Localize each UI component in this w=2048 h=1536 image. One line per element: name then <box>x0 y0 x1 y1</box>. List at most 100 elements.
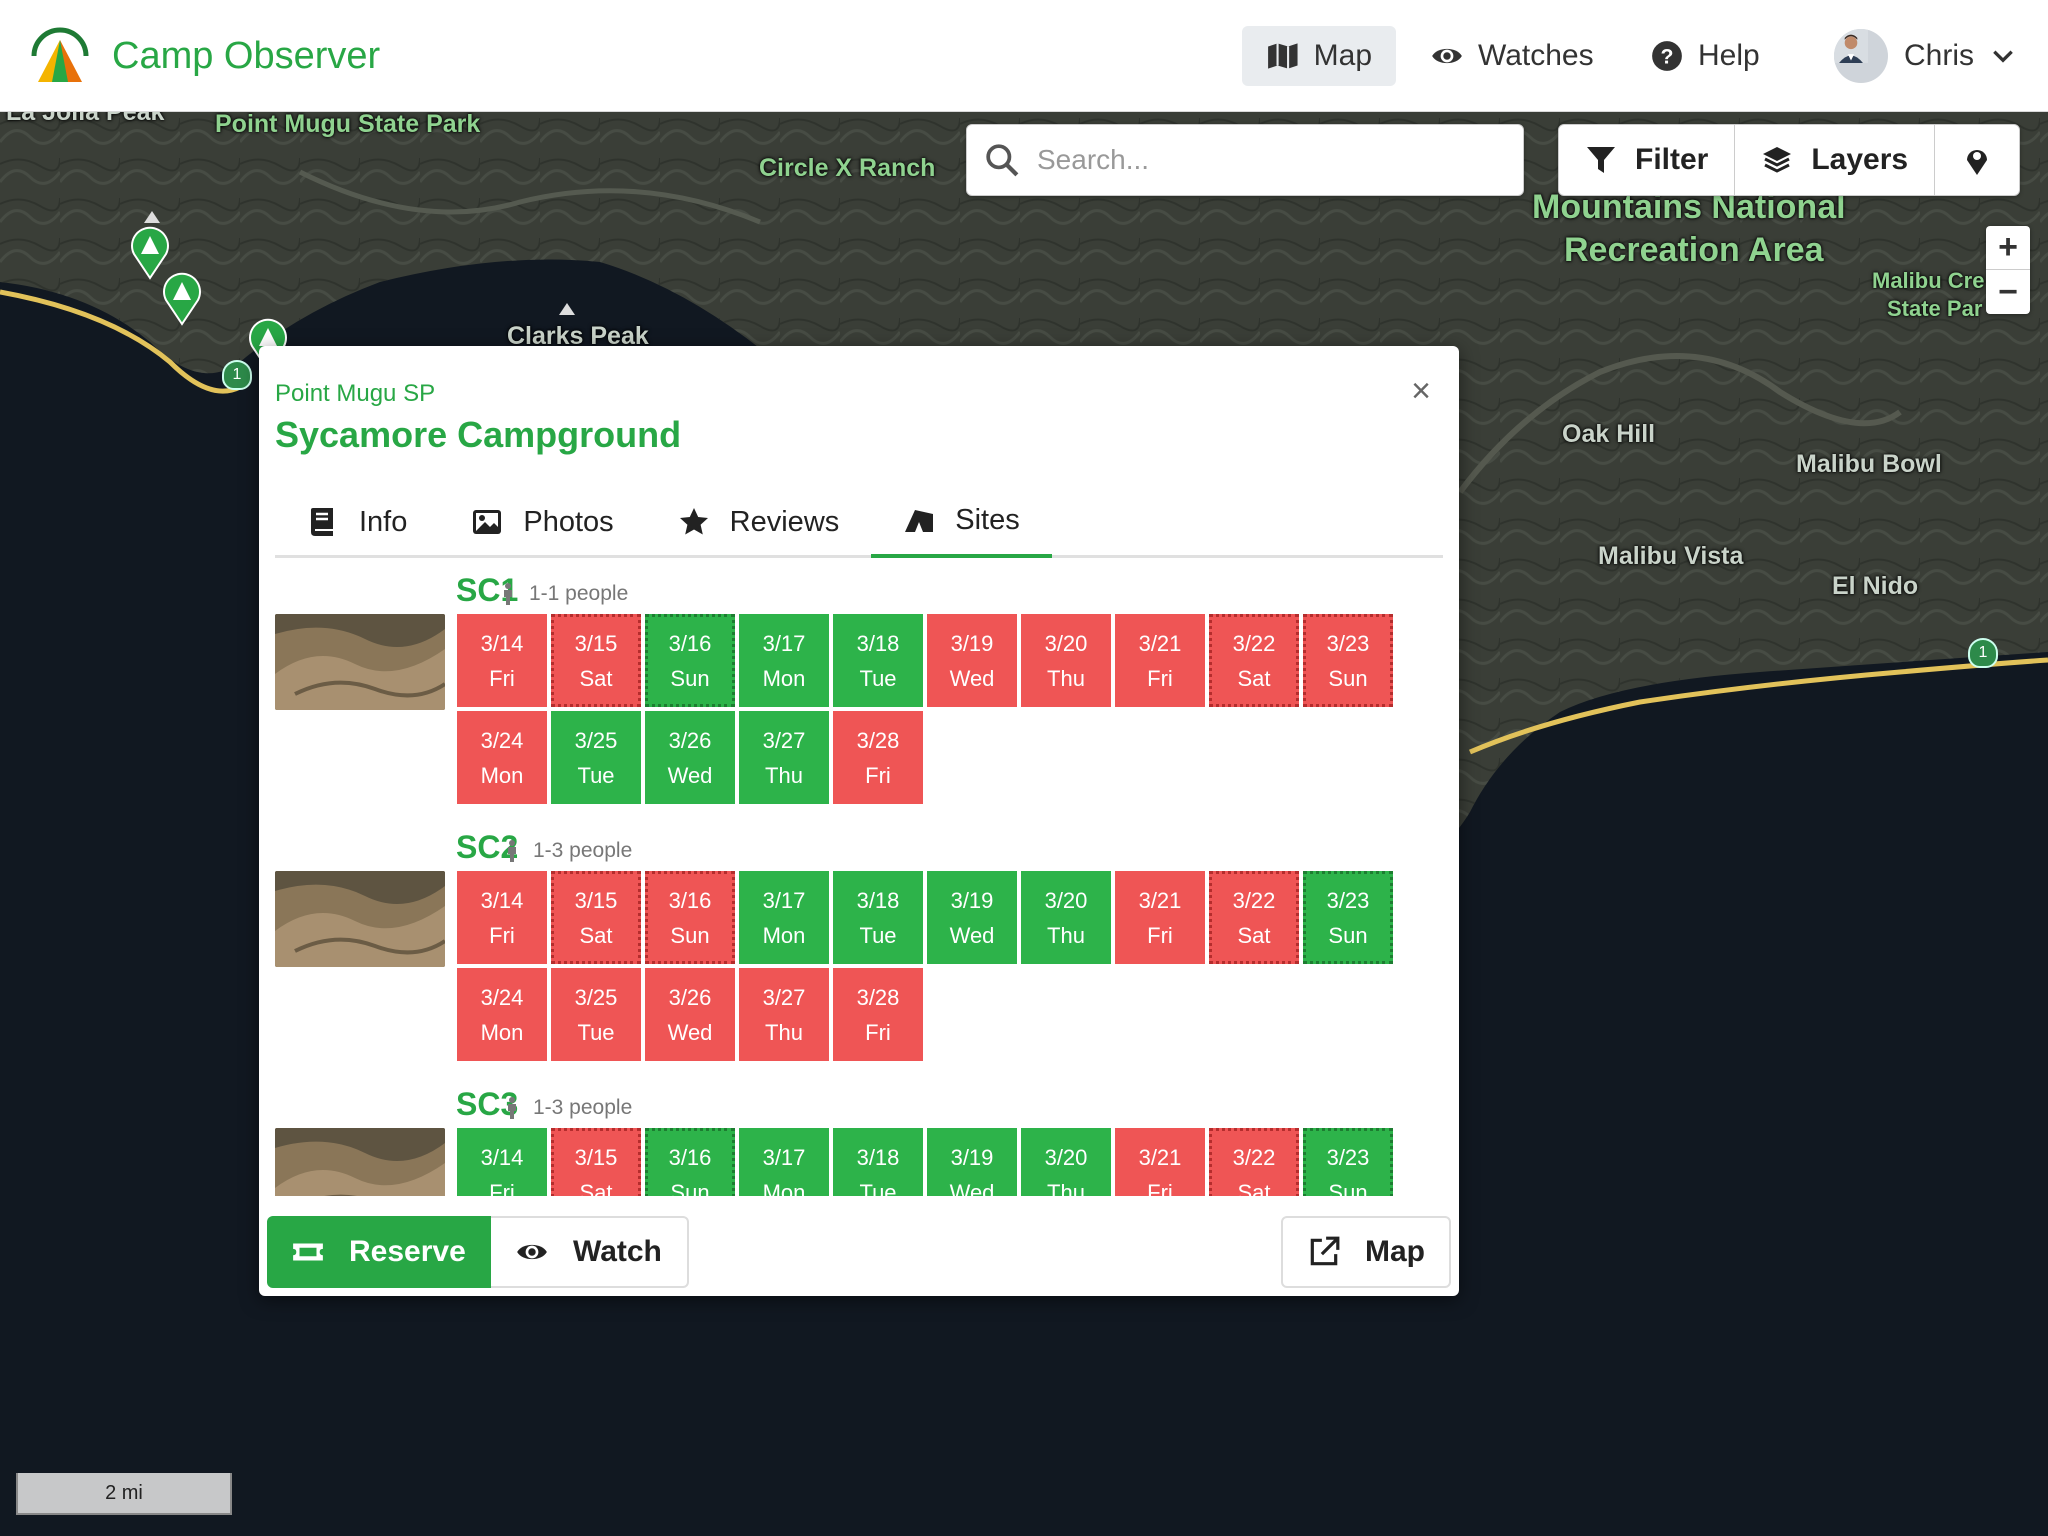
reserve-button[interactable]: Reserve <box>267 1216 491 1288</box>
day-weekday: Tue <box>859 665 897 691</box>
availability-day[interactable]: 3/21 Fri <box>1115 1128 1205 1196</box>
availability-day[interactable]: 3/15 Sat <box>551 1128 641 1196</box>
star-icon <box>679 508 708 535</box>
day-weekday: Fri <box>1147 1179 1173 1197</box>
availability-day[interactable]: 3/26 Wed <box>645 968 735 1061</box>
availability-day[interactable]: 3/18 Tue <box>833 614 923 707</box>
availability-day[interactable]: 3/17 Mon <box>739 1128 829 1196</box>
watch-button[interactable]: Watch <box>491 1216 689 1288</box>
park-name[interactable]: Point Mugu SP <box>275 380 435 408</box>
locate-button[interactable] <box>1935 125 2019 195</box>
open-map-button[interactable]: Map <box>1281 1216 1451 1288</box>
open-map-label: Map <box>1365 1235 1425 1268</box>
day-weekday: Sun <box>1328 665 1368 691</box>
availability-day[interactable]: 3/15 Sat <box>551 871 641 964</box>
tab-info[interactable]: Info <box>275 486 439 558</box>
availability-day[interactable]: 3/19 Wed <box>927 1128 1017 1196</box>
day-weekday: Mon <box>762 1179 806 1197</box>
day-date: 3/24 <box>480 727 524 753</box>
availability-day[interactable]: 3/20 Thu <box>1021 614 1111 707</box>
availability-day[interactable]: 3/19 Wed <box>927 614 1017 707</box>
site-photo[interactable] <box>275 614 445 710</box>
availability-day[interactable]: 3/20 Thu <box>1021 1128 1111 1196</box>
availability-day[interactable]: 3/27 Thu <box>739 968 829 1061</box>
day-date: 3/14 <box>480 887 524 913</box>
availability-day[interactable]: 3/23 Sun <box>1303 614 1393 707</box>
sites-list[interactable]: SC1 1-1 people 3/14 Fri 3/15 Sat 3/16 Sun 3/17… <box>275 562 1443 1196</box>
eye-icon <box>1432 48 1462 64</box>
availability-day[interactable]: 3/16 Sun <box>645 1128 735 1196</box>
availability-day[interactable]: 3/24 Mon <box>457 711 547 804</box>
tab-reviews-label: Reviews <box>729 505 840 538</box>
availability-day[interactable]: 3/23 Sun <box>1303 1128 1393 1196</box>
availability-day[interactable]: 3/19 Wed <box>927 871 1017 964</box>
day-date: 3/17 <box>762 887 806 913</box>
availability-day[interactable]: 3/18 Tue <box>833 1128 923 1196</box>
day-weekday: Thu <box>1047 1179 1085 1197</box>
availability-day[interactable]: 3/14 Fri <box>457 614 547 707</box>
availability-day[interactable]: 3/24 Mon <box>457 968 547 1061</box>
day-weekday: Thu <box>765 1019 803 1045</box>
site-photo[interactable] <box>275 1128 445 1196</box>
zoom-in-button[interactable]: + <box>1986 226 2030 270</box>
day-date: 3/23 <box>1326 1144 1370 1170</box>
availability-day[interactable]: 3/21 Fri <box>1115 614 1205 707</box>
campground-pin-icon[interactable] <box>160 270 204 326</box>
layers-label: Layers <box>1811 143 1909 176</box>
availability-day[interactable]: 3/22 Sat <box>1209 614 1299 707</box>
user-menu[interactable]: Chris <box>1810 26 2040 86</box>
person-icon <box>508 840 516 862</box>
nav-map[interactable]: Map <box>1242 26 1396 86</box>
availability-day[interactable]: 3/28 Fri <box>833 711 923 804</box>
availability-day[interactable]: 3/25 Tue <box>551 711 641 804</box>
tab-photos[interactable]: Photos <box>439 486 645 558</box>
map-label-oak-hill: Oak Hill <box>1562 420 1656 448</box>
day-weekday: Fri <box>1147 922 1173 948</box>
person-icon <box>504 583 512 605</box>
availability-day[interactable]: 3/28 Fri <box>833 968 923 1061</box>
tab-reviews[interactable]: Reviews <box>646 486 872 558</box>
availability-day[interactable]: 3/22 Sat <box>1209 1128 1299 1196</box>
site-row: SC2 1-3 people 3/14 Fri 3/15 Sat 3/16 Sun 3/17… <box>275 819 1443 1076</box>
site-photo[interactable] <box>275 871 445 967</box>
chevron-down-icon <box>1993 50 2013 63</box>
search-input[interactable] <box>1037 144 1507 176</box>
availability-day[interactable]: 3/26 Wed <box>645 711 735 804</box>
availability-day[interactable]: 3/15 Sat <box>551 614 641 707</box>
brand[interactable]: Camp Observer <box>30 26 380 86</box>
map-label-malibu-bowl: Malibu Bowl <box>1796 450 1942 478</box>
nav-help[interactable]: ? Help <box>1626 26 1784 86</box>
nav-watches[interactable]: Watches <box>1406 26 1618 86</box>
availability-day[interactable]: 3/25 Tue <box>551 968 641 1061</box>
availability-day[interactable]: 3/16 Sun <box>645 871 735 964</box>
availability-day[interactable]: 3/20 Thu <box>1021 871 1111 964</box>
map-label-el-nido: El Nido <box>1832 572 1919 600</box>
map-label-malibu-creek-1: Malibu Cre <box>1872 268 1985 293</box>
day-date: 3/16 <box>668 1144 712 1170</box>
day-weekday: Sun <box>1328 922 1368 948</box>
campground-popup: × Point Mugu SP Sycamore Campground Info… <box>259 346 1459 1296</box>
filter-button[interactable]: Filter <box>1559 125 1736 195</box>
availability-day[interactable]: 3/17 Mon <box>739 871 829 964</box>
availability-day[interactable]: 3/17 Mon <box>739 614 829 707</box>
availability-day[interactable]: 3/16 Sun <box>645 614 735 707</box>
day-date: 3/20 <box>1044 630 1088 656</box>
day-date: 3/22 <box>1232 630 1276 656</box>
site-capacity: 1-3 people <box>505 839 632 863</box>
availability-day[interactable]: 3/18 Tue <box>833 871 923 964</box>
site-capacity: 1-3 people <box>505 1096 632 1120</box>
tab-sites[interactable]: Sites <box>871 486 1052 558</box>
day-date: 3/22 <box>1232 887 1276 913</box>
map-search[interactable] <box>966 124 1524 196</box>
close-button[interactable]: × <box>1411 374 1431 408</box>
availability-day[interactable]: 3/23 Sun <box>1303 871 1393 964</box>
image-icon <box>473 510 502 534</box>
availability-day[interactable]: 3/14 Fri <box>457 1128 547 1196</box>
day-date: 3/28 <box>856 727 900 753</box>
availability-day[interactable]: 3/21 Fri <box>1115 871 1205 964</box>
zoom-out-button[interactable]: − <box>1986 270 2030 314</box>
availability-day[interactable]: 3/14 Fri <box>457 871 547 964</box>
availability-day[interactable]: 3/22 Sat <box>1209 871 1299 964</box>
layers-button[interactable]: Layers <box>1735 125 1936 195</box>
availability-day[interactable]: 3/27 Thu <box>739 711 829 804</box>
